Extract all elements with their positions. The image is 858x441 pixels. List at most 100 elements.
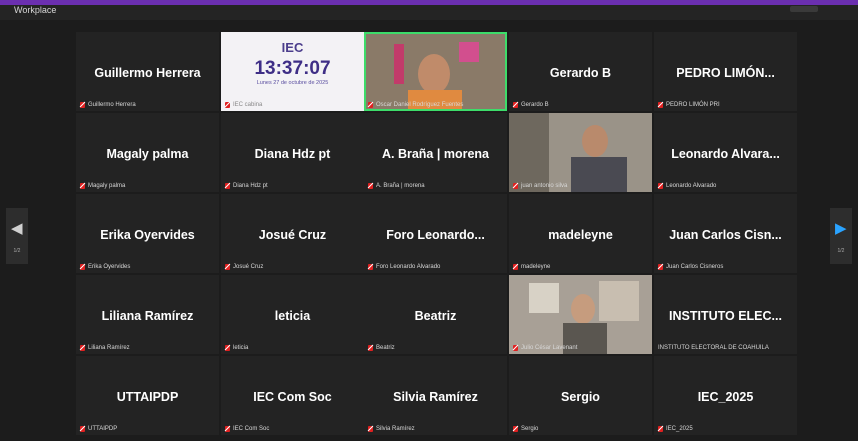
video-feed [364,32,507,111]
participant-caption: IEC_2025 [666,426,693,432]
mic-muted-icon [80,426,85,432]
mic-muted-icon [513,345,518,351]
participant-caption: Guillermo Herrera [88,102,136,108]
mic-muted-icon [225,102,230,108]
mic-muted-icon [368,264,373,270]
participant-video-tile[interactable]: Julio César Lavenant [509,275,652,354]
participant-caption: Sergio [521,426,539,432]
window-controls[interactable] [790,6,818,12]
participant-caption: Magaly palma [88,183,126,189]
participant-name: Guillermo Herrera [94,66,201,80]
iec-logo: IEC [281,40,304,55]
mic-muted-icon [368,426,373,432]
participant-caption: Erika Oyervides [88,264,131,270]
participant-name: IEC Com Soc [253,390,332,404]
mic-muted-icon [80,183,85,189]
window-title: Workplace [14,5,57,15]
participant-tile[interactable]: IEC_2025 IEC_2025 [654,356,797,435]
participant-name: Sergio [561,390,600,404]
page-indicator: 1/2 [837,248,845,254]
participant-caption: UTTAIPDP [88,426,118,432]
participant-video-tile[interactable]: juan antonio silva [509,113,652,192]
participant-caption: IEC Com Soc [233,426,270,432]
chevron-right-icon: ▶ [835,220,847,237]
mic-muted-icon [513,264,518,270]
mic-muted-icon [658,426,663,432]
participant-name: Magaly palma [106,147,189,161]
participant-name: INSTITUTO ELEC... [669,309,782,323]
participant-tile[interactable]: Guillermo Herrera Guillermo Herrera [76,32,219,111]
participant-tile[interactable]: Sergio Sergio [509,356,652,435]
mic-muted-icon [368,183,373,189]
participant-tile[interactable]: Silvia Ramírez Silvia Ramírez [364,356,507,435]
mic-muted-icon [225,264,230,270]
mic-muted-icon [80,345,85,351]
participant-tile[interactable]: Juan Carlos Cisn... Juan Carlos Cisneros [654,194,797,273]
participant-caption: Silvia Ramírez [376,426,415,432]
participant-name: madeleyne [548,228,613,242]
mic-muted-icon [80,102,85,108]
participant-tile[interactable]: Magaly palma Magaly palma [76,113,219,192]
participant-caption: PEDRO LIMÓN PRI [666,102,720,108]
participant-name: Josué Cruz [258,228,327,242]
participant-tile[interactable]: madeleyne madeleyne [509,194,652,273]
mic-muted-icon [658,102,663,108]
participant-tile[interactable]: Josué Cruz Josué Cruz [221,194,364,273]
mic-muted-icon [225,426,230,432]
iec-clock-tile[interactable]: IEC 13:37:07 Lunes 27 de octubre de 2025… [221,32,364,111]
participant-tile[interactable]: Erika Oyervides Erika Oyervides [76,194,219,273]
participant-tile[interactable]: A. Braña | morena A. Braña | morena [364,113,507,192]
mic-muted-icon [658,264,663,270]
previous-page-button[interactable]: ◀ 1/2 [6,208,28,264]
mic-muted-icon [80,264,85,270]
participant-name: leticia [274,309,311,323]
page-indicator: 1/2 [13,248,21,254]
participant-caption: Foro Leonardo Alvarado [376,264,441,270]
clock-date: Lunes 27 de octubre de 2025 [256,80,329,86]
participant-caption: Oscar Daniel Rodríguez Fuentes [376,102,464,108]
participant-video-tile[interactable]: Oscar Daniel Rodríguez Fuentes [364,32,507,111]
participant-caption: leticia [233,345,249,351]
participant-tile[interactable]: Leonardo Alvara... Leonardo Alvarado [654,113,797,192]
video-feed [509,275,652,354]
participant-tile[interactable]: Diana Hdz pt Diana Hdz pt [221,113,364,192]
mic-muted-icon [658,183,663,189]
clock-time: 13:37:07 [254,58,331,79]
participant-caption: madeleyne [521,264,551,270]
participant-caption: Gerardo B [521,102,549,108]
mic-muted-icon [368,345,373,351]
participant-caption: Liliana Ramírez [88,345,130,351]
chevron-left-icon: ◀ [11,220,23,237]
participant-tile[interactable]: IEC Com Soc IEC Com Soc [221,356,364,435]
participant-caption: Juan Carlos Cisneros [666,264,724,270]
participant-caption: IEC cabina [233,102,263,108]
participant-name: IEC_2025 [697,390,754,404]
participant-tile[interactable]: Liliana Ramírez Liliana Ramírez [76,275,219,354]
participant-name: A. Braña | morena [381,147,489,161]
participant-caption: INSTITUTO ELECTORAL DE COAHUILA [658,345,769,351]
participant-tile[interactable]: INSTITUTO ELEC... INSTITUTO ELECTORAL DE… [654,275,797,354]
participant-name: Gerardo B [549,66,612,80]
participant-tile[interactable]: Foro Leonardo... Foro Leonardo Alvarado [364,194,507,273]
participant-caption: juan antonio silva [521,183,568,189]
participant-name: Foro Leonardo... [386,228,485,242]
participant-tile[interactable]: leticia leticia [221,275,364,354]
participant-caption: Leonardo Alvarado [666,183,717,189]
participant-name: Leonardo Alvara... [671,147,780,161]
participant-tile[interactable]: UTTAIPDP UTTAIPDP [76,356,219,435]
mic-muted-icon [225,183,230,189]
window-titlebar: Workplace [0,0,858,20]
participant-name: Diana Hdz pt [254,147,331,161]
participant-tile[interactable]: Beatriz Beatriz [364,275,507,354]
participant-caption: A. Braña | morena [376,183,425,189]
participant-name: PEDRO LIMÓN... [676,66,775,80]
participant-name: Liliana Ramírez [101,309,194,323]
mic-muted-icon [513,183,518,189]
participant-caption: Josué Cruz [233,264,264,270]
participant-caption: Diana Hdz pt [233,183,268,189]
participant-tile[interactable]: PEDRO LIMÓN... PEDRO LIMÓN PRI [654,32,797,111]
participant-name: Erika Oyervides [100,228,195,242]
mic-muted-icon [513,426,518,432]
participant-tile[interactable]: Gerardo B Gerardo B [509,32,652,111]
next-page-button[interactable]: ▶ 1/2 [830,208,852,264]
